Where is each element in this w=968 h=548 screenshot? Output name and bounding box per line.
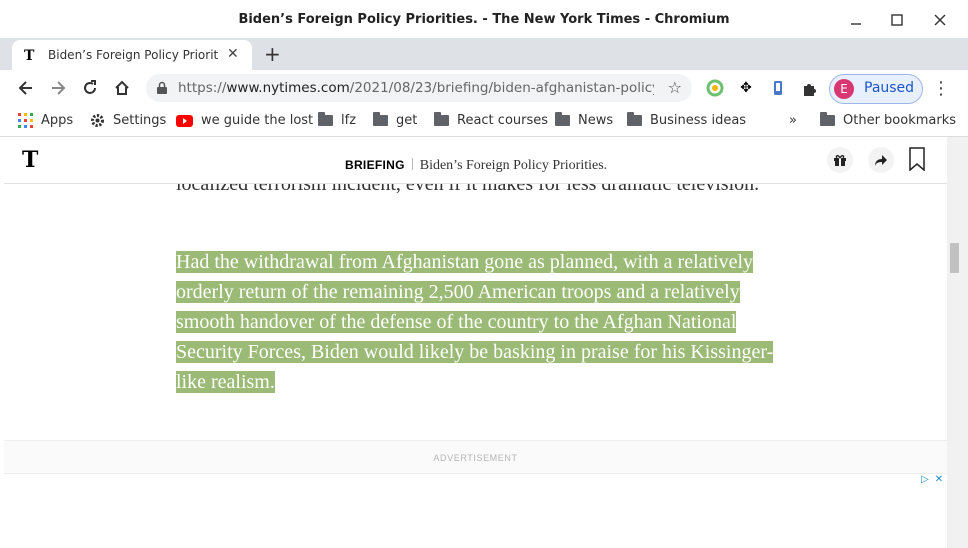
folder-icon [434, 112, 449, 126]
browser-tab[interactable]: T Biden’s Foreign Policy Priorities. - T… [12, 40, 252, 70]
bookmark-we-guide-the-lost[interactable]: we guide the lost [176, 113, 313, 128]
bookmark-apps[interactable]: Apps [18, 113, 73, 128]
adchoices-play-icon[interactable]: ▷ [918, 472, 932, 486]
scrollbar-thumb[interactable] [950, 243, 959, 273]
bookmark-news[interactable]: News [555, 112, 613, 128]
folder-icon [627, 112, 642, 126]
back-button[interactable] [14, 76, 38, 100]
share-button[interactable] [868, 147, 894, 173]
header-title-group: BRIEFING Biden’s Foreign Policy Prioritie… [345, 154, 607, 174]
tab-title: Biden’s Foreign Policy Priorities. - The… [48, 48, 218, 62]
gear-icon [90, 113, 105, 128]
other-bookmarks[interactable]: Other bookmarks [820, 112, 956, 128]
advertisement-label: ADVERTISEMENT [433, 453, 518, 463]
profile-button[interactable]: E Paused [829, 74, 923, 104]
adchoices-close-icon[interactable]: ✕ [932, 472, 946, 486]
youtube-icon [176, 114, 193, 127]
home-button[interactable] [110, 76, 134, 100]
nyt-favicon-icon: T [24, 48, 35, 64]
gift-icon [834, 155, 846, 166]
bookmark-get[interactable]: get [373, 112, 417, 128]
reload-button[interactable] [78, 76, 102, 100]
tab-strip: T Biden’s Foreign Policy Priorities. - T… [0, 38, 968, 70]
apps-grid-icon [18, 113, 33, 128]
minimize-icon [851, 23, 861, 25]
maximize-icon [891, 14, 903, 26]
close-icon [934, 14, 946, 26]
profile-avatar: E [834, 79, 854, 99]
url-text[interactable]: https://www.nytimes.com/2021/08/23/brief… [178, 80, 654, 96]
bookmark-ribbon-icon [909, 147, 925, 172]
extension-move-icon[interactable]: ✥ [736, 78, 756, 98]
gift-article-button[interactable] [827, 147, 853, 173]
advertisement-band: ADVERTISEMENT [4, 440, 947, 474]
new-tab-button[interactable]: + [264, 42, 281, 66]
forward-button[interactable] [46, 76, 70, 100]
section-label[interactable]: BRIEFING [345, 158, 405, 172]
bookmarks-overflow-chevron-icon[interactable]: » [789, 113, 797, 128]
close-window-button[interactable] [927, 8, 953, 32]
text-selection: Had the withdrawal from Afghanistan gone… [176, 251, 774, 393]
nyt-sticky-header: T BRIEFING Biden’s Foreign Policy Priorit… [4, 137, 947, 184]
back-arrow-icon [18, 81, 32, 95]
header-headline: Biden’s Foreign Policy Priorities. [419, 158, 608, 173]
browser-toolbar: https://www.nytimes.com/2021/08/23/brief… [0, 70, 968, 106]
bookmark-business-ideas[interactable]: Business ideas [627, 112, 746, 128]
window-title: Biden’s Foreign Policy Priorities. - The… [238, 12, 730, 27]
divider [411, 158, 413, 170]
folder-icon [820, 112, 835, 126]
extension-colorwheel-icon[interactable] [705, 78, 725, 98]
extension-phone-icon[interactable] [768, 78, 788, 98]
bookmark-lfz[interactable]: lfz [318, 112, 356, 128]
selected-paragraph: Had the withdrawal from Afghanistan gone… [176, 247, 796, 397]
bookmarks-bar: Apps Settings we guide the lost lfz get … [0, 106, 968, 137]
bookmark-star-icon[interactable]: ☆ [668, 78, 682, 97]
forward-arrow-icon [52, 81, 66, 95]
extensions-puzzle-icon[interactable] [800, 78, 820, 98]
bookmark-react-courses[interactable]: React courses [434, 112, 548, 128]
folder-icon [373, 112, 388, 126]
bookmark-settings[interactable]: Settings [90, 113, 166, 128]
home-icon [115, 80, 129, 95]
reload-icon [84, 80, 96, 94]
address-bar[interactable]: https://www.nytimes.com/2021/08/23/brief… [146, 74, 692, 102]
browser-menu-icon[interactable]: ⋮ [932, 78, 950, 99]
lock-icon [156, 80, 168, 99]
save-article-button[interactable] [909, 147, 925, 175]
minimize-button[interactable] [843, 8, 869, 32]
folder-icon [555, 112, 570, 126]
folder-icon [318, 112, 333, 126]
maximize-button[interactable] [884, 8, 910, 32]
tab-close-icon[interactable]: ✕ [227, 46, 239, 62]
page-scrollbar[interactable] [947, 137, 968, 548]
adchoices[interactable]: ▷ ✕ [918, 472, 946, 486]
window-titlebar: Biden’s Foreign Policy Priorities. - The… [0, 0, 968, 38]
web-page: T BRIEFING Biden’s Foreign Policy Priorit… [4, 137, 947, 548]
profile-status: Paused [864, 80, 915, 96]
nyt-logo[interactable]: T [22, 147, 38, 173]
share-arrow-icon [875, 155, 887, 166]
